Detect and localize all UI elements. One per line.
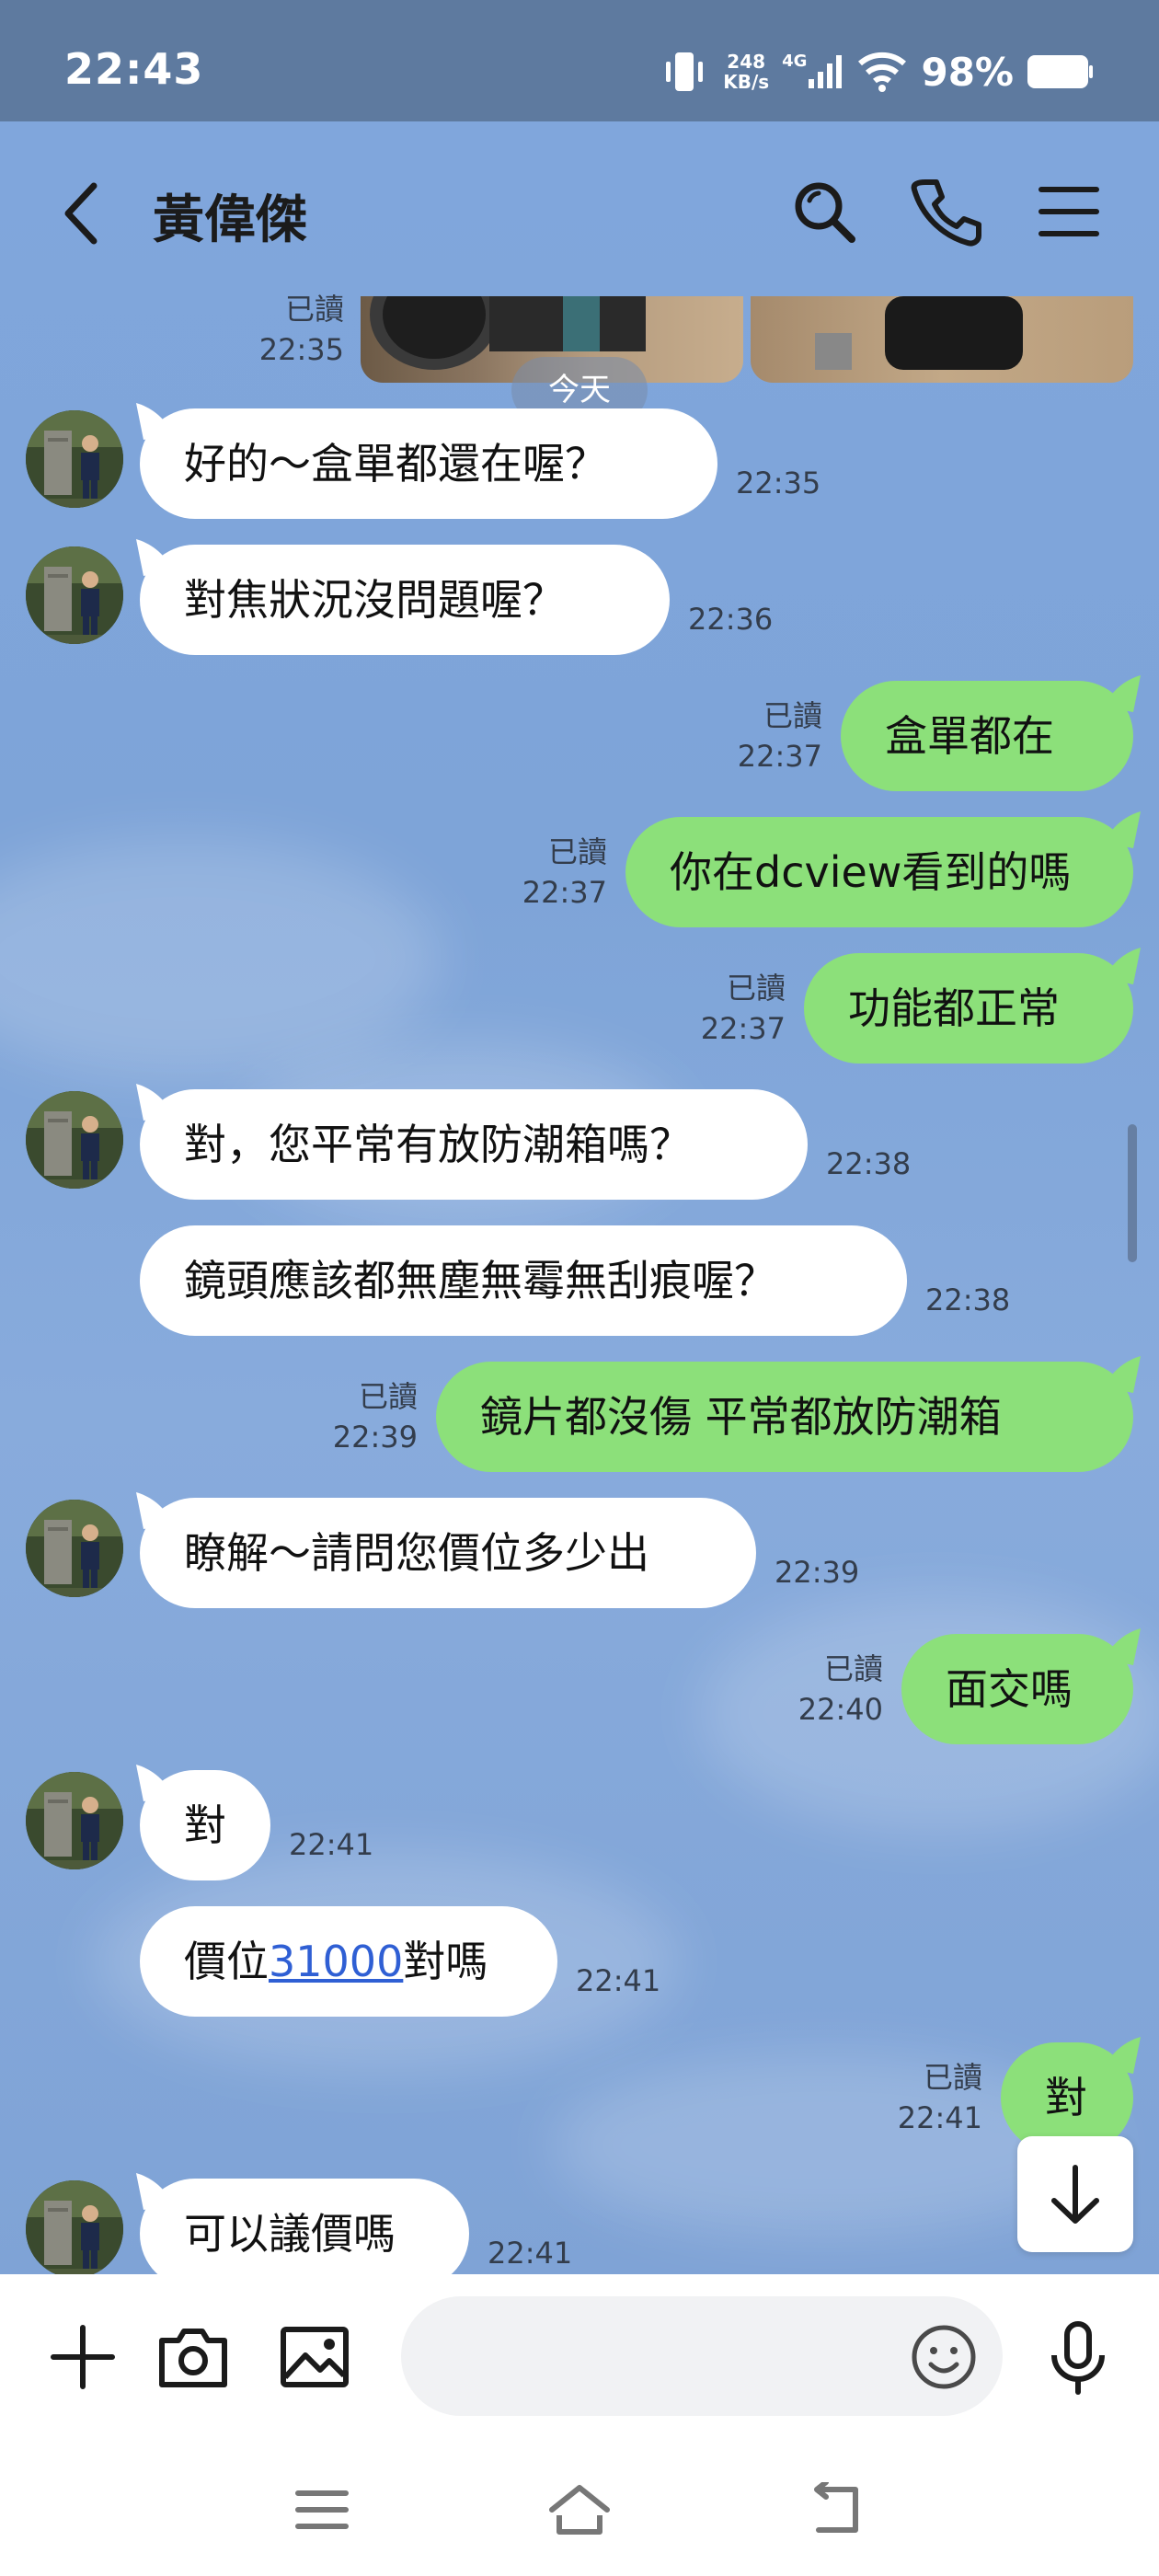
- menu-icon[interactable]: [1032, 175, 1106, 248]
- message-time: 22:39: [775, 1555, 860, 1590]
- message-text: 功能都正常: [848, 983, 1060, 1033]
- message-text: 對焦狀況沒問題喔？: [184, 575, 565, 625]
- message-bubble[interactable]: 鏡頭應該都無塵無霉無刮痕喔？: [140, 1225, 907, 1336]
- avatar[interactable]: [26, 2180, 123, 2278]
- message-text: 你在dcview看到的嗎: [670, 847, 1072, 897]
- message-time: 22:41: [576, 1963, 661, 1998]
- message-read-meta: 已讀 22:37: [730, 696, 822, 776]
- avatar[interactable]: [26, 546, 123, 644]
- status-indicators: 248 KB/s 4G 98%: [659, 46, 1095, 98]
- network-type: 4G: [782, 51, 808, 71]
- network-speed-value: 248: [727, 51, 766, 73]
- message-time: 22:37: [737, 739, 822, 774]
- recent-apps-icon[interactable]: [285, 2482, 359, 2537]
- image-icon[interactable]: [276, 2318, 353, 2396]
- message-time: 22:41: [289, 1827, 374, 1862]
- message-read-meta: 已讀 22:37: [515, 832, 607, 913]
- wifi-icon: [858, 52, 907, 92]
- read-status: 已讀: [823, 1651, 883, 1686]
- message-bubble[interactable]: 對: [140, 1770, 270, 1880]
- photo-attachment[interactable]: [751, 296, 1133, 383]
- message-bubble[interactable]: 價位31000對嗎: [140, 1906, 557, 2017]
- read-status: 已讀: [358, 1379, 418, 1414]
- message-bubble[interactable]: 面交嗎: [901, 1634, 1133, 1744]
- camera-icon[interactable]: [155, 2318, 232, 2396]
- phone-icon[interactable]: [909, 175, 982, 248]
- vibrate-icon: [666, 52, 704, 91]
- message-text: 對，您平常有放防潮箱嗎？: [184, 1120, 692, 1169]
- phone-number-link[interactable]: 31000: [269, 1937, 403, 1986]
- message-read-meta: 已讀 22:40: [791, 1649, 883, 1730]
- message-text: 面交嗎: [946, 1664, 1073, 1714]
- scroll-to-bottom-button[interactable]: [1017, 2136, 1133, 2252]
- avatar[interactable]: [26, 1772, 123, 1869]
- message-text: 對: [1045, 2073, 1087, 2122]
- contact-name[interactable]: 黃偉傑: [153, 178, 307, 253]
- scrollbar[interactable]: [1128, 1124, 1137, 1262]
- message-bubble[interactable]: 對，您平常有放防潮箱嗎？: [140, 1089, 808, 1200]
- emoji-icon[interactable]: [909, 2322, 979, 2392]
- message-time: 22:35: [736, 466, 821, 500]
- avatar[interactable]: [26, 1091, 123, 1189]
- status-bar: 22:43 248 KB/s 4G 98%: [0, 0, 1159, 121]
- message-text: 好的～盒單都還在喔？: [184, 439, 607, 489]
- message-bubble[interactable]: 盒單都在: [841, 681, 1133, 791]
- message-text: 鏡頭應該都無塵無霉無刮痕喔？: [184, 1256, 776, 1305]
- home-icon[interactable]: [543, 2482, 616, 2537]
- back-icon[interactable]: [55, 177, 110, 250]
- message-bubble[interactable]: 功能都正常: [804, 953, 1133, 1064]
- message-time: 22:35: [258, 332, 344, 367]
- battery-percent: 98%: [921, 49, 1014, 95]
- message-bubble[interactable]: 瞭解～請問您價位多少出: [140, 1498, 756, 1608]
- read-status: 已讀: [726, 971, 786, 1006]
- message-text: 鏡片都沒傷 平常都放防潮箱: [480, 1392, 1002, 1442]
- message-bubble[interactable]: 好的～盒單都還在喔？: [140, 408, 717, 519]
- message-text: 盒單都在: [885, 711, 1054, 761]
- read-status: 已讀: [763, 698, 822, 733]
- signal-icon: [809, 55, 843, 88]
- message-bubble[interactable]: 對焦狀況沒問題喔？: [140, 545, 670, 655]
- read-status: 已讀: [547, 834, 607, 869]
- battery-icon: [1027, 55, 1093, 88]
- message-text: 可以議價嗎: [184, 2209, 396, 2259]
- message-text: 價位: [184, 1937, 269, 1986]
- status-time: 22:43: [64, 44, 204, 94]
- search-icon[interactable]: [787, 175, 861, 248]
- message-time: 22:39: [332, 1420, 418, 1455]
- read-status: 已讀: [284, 292, 344, 327]
- avatar[interactable]: [26, 410, 123, 508]
- message-text: 對嗎: [403, 1937, 488, 1986]
- message-time: 22:38: [925, 1282, 1011, 1317]
- message-time: 22:36: [688, 602, 774, 637]
- message-read-meta: 已讀 22:35: [258, 289, 344, 370]
- lens-photo: [815, 296, 1023, 370]
- message-read-meta: 已讀 22:39: [326, 1376, 418, 1457]
- message-bubble[interactable]: 你在dcview看到的嗎: [625, 817, 1133, 927]
- message-time: 22:37: [522, 875, 607, 910]
- message-bubble[interactable]: 鏡片都沒傷 平常都放防潮箱: [436, 1362, 1133, 1472]
- plus-icon[interactable]: [44, 2318, 121, 2396]
- microphone-icon[interactable]: [1039, 2318, 1117, 2396]
- message-read-meta: 已讀 22:41: [890, 2057, 982, 2138]
- message-time: 22:37: [700, 1011, 786, 1046]
- chat-header: 黃偉傑: [0, 121, 1159, 296]
- back-nav-icon[interactable]: [800, 2482, 874, 2537]
- message-text: 瞭解～請問您價位多少出: [184, 1528, 649, 1578]
- message-read-meta: 已讀 22:37: [694, 968, 786, 1049]
- message-time: 22:38: [826, 1146, 912, 1181]
- network-speed: 248 KB/s: [723, 52, 769, 92]
- system-nav-bar: [0, 2440, 1159, 2576]
- input-bar: [0, 2274, 1159, 2440]
- network-speed-unit: KB/s: [723, 71, 770, 93]
- message-time: 22:41: [488, 2236, 573, 2271]
- message-time: 22:40: [798, 1692, 883, 1727]
- arrow-down-icon: [1051, 2165, 1099, 2224]
- avatar[interactable]: [26, 1500, 123, 1597]
- message-bubble[interactable]: 可以議價嗎: [140, 2179, 469, 2289]
- message-text: 對: [184, 1800, 226, 1850]
- message-time: 22:41: [897, 2100, 982, 2135]
- read-status: 已讀: [923, 2060, 982, 2095]
